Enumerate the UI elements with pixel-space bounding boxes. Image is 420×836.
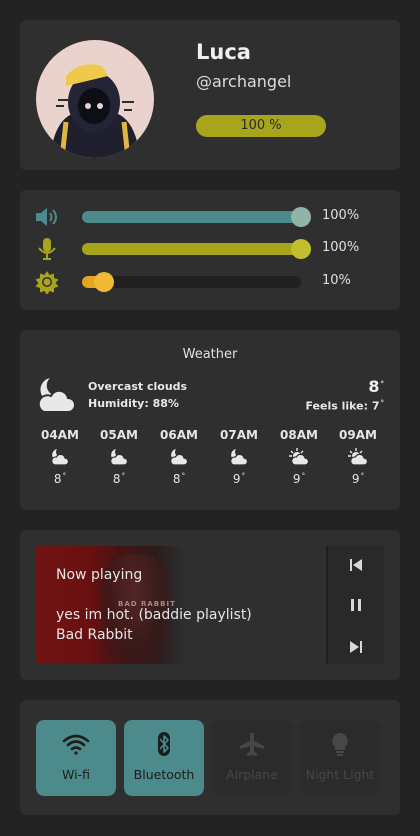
weather-card: Weather Overcast clouds Humidity: 88% 8°… <box>20 330 400 510</box>
weather-feels-like: Feels like: 7° <box>305 399 384 413</box>
microphone-icon[interactable] <box>34 237 62 261</box>
speaker-icon[interactable] <box>34 205 62 229</box>
battery-indicator: 100 % <box>196 115 326 137</box>
weather-temperature: 8° <box>368 377 384 396</box>
hourly-temperature: 9° <box>292 472 306 486</box>
track-artist: Bad Rabbit <box>56 627 133 643</box>
volume-slider[interactable] <box>82 207 311 227</box>
night-light-label: Night Light <box>305 767 375 782</box>
track-title: yes im hot. (baddie playlist) <box>56 607 252 623</box>
brightness-slider[interactable] <box>82 272 301 292</box>
microphone-slider-handle[interactable] <box>291 239 311 259</box>
hourly-forecast-item: 07AM 9° <box>214 428 264 486</box>
cloud-sun-icon <box>289 448 310 466</box>
hourly-forecast-item: 09AM 9° <box>333 428 383 486</box>
previous-button[interactable] <box>328 553 384 577</box>
now-playing-label: Now playing <box>56 567 143 583</box>
brightness-slider-row: 10% <box>34 270 386 295</box>
airplane-icon <box>212 732 292 756</box>
airplane-toggle[interactable]: Airplane <box>212 720 292 796</box>
weather-humidity: Humidity: 88% <box>88 397 179 410</box>
wifi-label: Wi-fi <box>62 767 90 782</box>
weather-condition: Overcast clouds <box>88 380 188 393</box>
quick-toggles-card: Wi-fi Bluetooth Airplane Night Light <box>20 700 400 815</box>
cloud-sun-icon <box>348 448 369 466</box>
wifi-icon <box>36 732 116 756</box>
brightness-value: 10% <box>322 273 351 288</box>
hourly-time: 06AM <box>160 428 198 442</box>
album-art: BAD RABBIT <box>36 546 186 664</box>
hourly-forecast-item: 05AM 8° <box>94 428 144 486</box>
wifi-toggle[interactable]: Wi-fi <box>36 720 116 796</box>
hourly-forecast-item: 06AM 8° <box>154 428 204 486</box>
sliders-card: 100% 100% 10% <box>20 190 400 310</box>
hourly-temperature: 8° <box>172 472 186 486</box>
microphone-value: 100% <box>322 240 360 255</box>
volume-slider-row: 100% <box>34 205 386 229</box>
microphone-slider[interactable] <box>82 239 311 259</box>
hourly-forecast-item: 04AM 8° <box>35 428 85 486</box>
hourly-time: 05AM <box>100 428 138 442</box>
hourly-temperature: 8° <box>112 472 126 486</box>
media-controls <box>326 546 384 664</box>
hourly-temperature: 8° <box>53 472 67 486</box>
profile-name: Luca <box>196 40 251 64</box>
sun-icon[interactable] <box>34 270 62 295</box>
cloud-moon-icon <box>169 448 189 466</box>
volume-value: 100% <box>322 208 360 223</box>
hourly-temperature: 9° <box>232 472 246 486</box>
cloud-moon-icon <box>50 448 70 466</box>
pause-button[interactable] <box>328 593 384 617</box>
hourly-time: 09AM <box>339 428 377 442</box>
weather-title: Weather <box>182 347 238 362</box>
music-card: BAD RABBIT Now playing yes im hot. (badd… <box>20 530 400 680</box>
profile-handle: @archangel <box>196 72 292 91</box>
pause-icon <box>349 596 363 615</box>
next-button[interactable] <box>328 635 384 659</box>
bluetooth-icon <box>124 732 204 756</box>
brightness-slider-handle[interactable] <box>93 272 114 292</box>
hourly-time: 07AM <box>220 428 258 442</box>
cloud-moon-icon <box>34 376 76 414</box>
lightbulb-icon <box>300 732 380 756</box>
bluetooth-label: Bluetooth <box>133 767 195 782</box>
avatar <box>36 40 154 158</box>
skip-next-icon <box>349 638 363 657</box>
skip-previous-icon <box>349 556 363 575</box>
bluetooth-toggle[interactable]: Bluetooth <box>124 720 204 796</box>
microphone-slider-row: 100% <box>34 237 386 261</box>
hourly-time: 08AM <box>280 428 318 442</box>
hourly-time: 04AM <box>41 428 79 442</box>
cloud-moon-icon <box>229 448 249 466</box>
cloud-moon-icon <box>109 448 129 466</box>
hourly-temperature: 9° <box>351 472 365 486</box>
hourly-forecast-item: 08AM 9° <box>274 428 324 486</box>
profile-card: Luca @archangel 100 % <box>20 20 400 170</box>
volume-slider-handle[interactable] <box>291 207 311 227</box>
night-light-toggle[interactable]: Night Light <box>300 720 380 796</box>
airplane-label: Airplane <box>226 767 278 782</box>
